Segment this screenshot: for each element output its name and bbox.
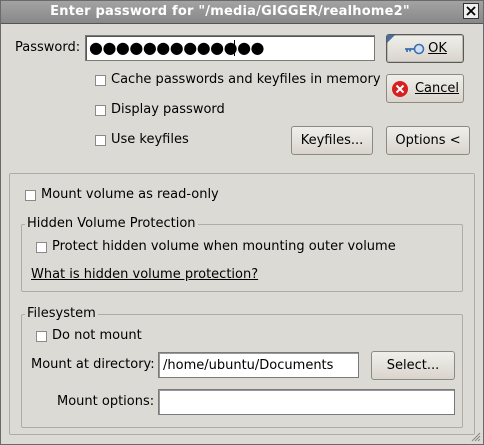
mount-directory-value: /home/ubuntu/Documents <box>163 358 334 373</box>
do-not-mount-checkbox[interactable] <box>36 331 47 342</box>
password-input[interactable]: ●●●●●●●●●●●●● <box>85 35 375 61</box>
mount-options-input[interactable] <box>158 389 455 415</box>
cache-label: Cache passwords and keyfiles in memory <box>111 72 381 87</box>
hidden-volume-title: Hidden Volume Protection <box>25 216 198 231</box>
use-keyfiles-label: Use keyfiles <box>111 132 189 147</box>
select-directory-button[interactable]: Select... <box>371 351 455 380</box>
window-title: Enter password for "/media/GIGGER/realho… <box>50 4 410 19</box>
display-password-label: Display password <box>111 102 225 117</box>
default-corner-mark <box>387 35 395 43</box>
filesystem-title: Filesystem <box>25 306 98 321</box>
ok-button[interactable]: OK <box>386 34 464 63</box>
do-not-mount-label: Do not mount <box>52 328 142 343</box>
resize-grip-icon[interactable] <box>471 432 481 442</box>
options-label: Options < <box>395 133 461 148</box>
key-icon <box>405 43 425 54</box>
cancel-icon <box>391 80 408 97</box>
ok-label: OK <box>428 41 447 56</box>
use-keyfiles-checkbox[interactable] <box>95 135 106 146</box>
protect-hidden-label: Protect hidden volume when mounting oute… <box>52 239 396 254</box>
options-button[interactable]: Options < <box>386 126 470 155</box>
cancel-button[interactable]: Cancel <box>386 74 464 103</box>
mount-options-label: Mount options: <box>57 394 155 409</box>
title-bar[interactable]: Enter password for "/media/GIGGER/realho… <box>1 1 483 24</box>
hidden-volume-help-link[interactable]: What is hidden volume protection? <box>31 267 258 282</box>
readonly-checkbox[interactable] <box>25 190 36 201</box>
mount-directory-label: Mount at directory: <box>31 357 155 372</box>
keyfiles-label: Keyfiles... <box>300 133 364 148</box>
close-icon <box>466 6 476 16</box>
mount-directory-input[interactable]: /home/ubuntu/Documents <box>158 352 359 378</box>
close-button[interactable] <box>463 3 479 19</box>
password-value: ●●●●●●●●●●●●● <box>89 38 265 57</box>
select-label: Select... <box>386 358 440 373</box>
password-label: Password: <box>15 40 81 55</box>
cache-checkbox[interactable] <box>95 75 106 86</box>
readonly-label: Mount volume as read-only <box>41 187 219 202</box>
mount-dialog: Enter password for "/media/GIGGER/realho… <box>0 0 484 445</box>
display-password-checkbox[interactable] <box>95 105 106 116</box>
cancel-label: Cancel <box>414 81 460 96</box>
protect-hidden-checkbox[interactable] <box>36 242 47 253</box>
text-caret <box>234 40 235 56</box>
keyfiles-button[interactable]: Keyfiles... <box>291 126 373 155</box>
